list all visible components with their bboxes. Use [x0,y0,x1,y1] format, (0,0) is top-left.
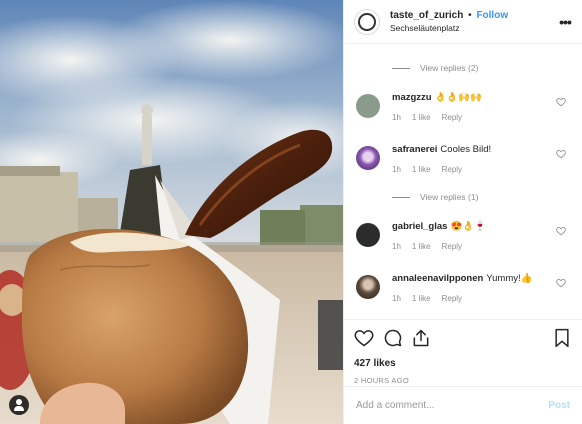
reply-button[interactable]: Reply [442,242,462,251]
comment-meta: 1h 1 like Reply [392,113,552,122]
avatar[interactable] [356,275,380,299]
comment-body: safranerei Cooles Bild! 1h 1 like Reply [392,143,552,174]
add-comment-bar: Post [344,386,582,424]
comment-time[interactable]: 1h [392,113,401,122]
comment-text-line: safranerei Cooles Bild! [392,143,552,156]
replies-divider-line [392,67,410,69]
bookmark-icon[interactable] [552,328,572,348]
reply-button[interactable]: Reply [442,294,462,303]
owner-username[interactable]: taste_of_zurich [390,10,463,21]
comment-item: annaleenavilpponen Yummy!👍 1h 1 like Reply [356,272,568,312]
comment-username[interactable]: safranerei [392,144,437,155]
comment-username[interactable]: mazgzzu [392,92,432,103]
comment-time[interactable]: 1h [392,242,401,251]
post-timestamp[interactable]: 2 HOURS AGO [354,376,572,385]
comment-text: 😍👌🍷 [450,221,486,232]
owner-meta: taste_of_zurich • Follow Sechseläutenpla… [390,10,558,34]
share-icon[interactable] [411,328,431,348]
comment-username[interactable]: gabriel_glas [392,221,447,232]
view-replies-button[interactable]: View replies (1) [392,192,478,202]
location-link[interactable]: Sechseläutenplatz [390,22,558,34]
view-replies-label: View replies (2) [420,63,479,73]
more-horizontal-icon[interactable]: ••• [558,15,572,29]
post-photo[interactable] [0,0,343,424]
view-replies-button[interactable]: View replies (2) [392,63,478,73]
heart-icon[interactable] [556,97,566,107]
heart-icon[interactable] [556,278,566,288]
comment-likes[interactable]: 1 like [412,113,431,122]
comment-item: gabriel_glas 😍👌🍷 1h 1 like Reply [356,220,568,260]
comment-icon[interactable] [383,328,403,348]
post-actions: 427 likes 2 HOURS AGO [344,319,582,385]
comment-text-line: annaleenavilpponen Yummy!👍 [392,272,552,285]
separator-dot: • [468,9,472,21]
comment-username[interactable]: annaleenavilpponen [392,273,483,284]
comments-list[interactable]: View replies (2) mazgzzu 👌👌🙌🙌 1h 1 like Rep… [344,44,582,319]
post-comment-button[interactable]: Post [548,400,570,411]
reply-button[interactable]: Reply [442,165,462,174]
post-header: taste_of_zurich • Follow Sechseläutenpla… [344,0,582,44]
reply-button[interactable]: Reply [442,113,462,122]
comment-time[interactable]: 1h [392,294,401,303]
comment-likes[interactable]: 1 like [412,242,431,251]
comment-time[interactable]: 1h [392,165,401,174]
replies-divider-line [392,196,410,198]
view-replies-label: View replies (1) [420,192,479,202]
heart-icon[interactable] [354,328,374,348]
action-row [354,328,572,352]
comment-text-line: mazgzzu 👌👌🙌🙌 [392,91,552,104]
comment-meta: 1h 1 like Reply [392,294,552,303]
comment-body: mazgzzu 👌👌🙌🙌 1h 1 like Reply [392,91,552,122]
user-tag-icon[interactable] [9,395,29,415]
owner-avatar[interactable] [354,8,380,35]
comment-item: safranerei Cooles Bild! 1h 1 like Reply [356,143,568,183]
comment-item: mazgzzu 👌👌🙌🙌 1h 1 like Reply [356,91,568,131]
comment-text: 👌👌🙌🙌 [434,92,482,103]
comment-meta: 1h 1 like Reply [392,165,552,174]
comment-likes[interactable]: 1 like [412,294,431,303]
photo-sausage-and-bread [0,0,343,424]
comment-text: Yummy!👍 [486,273,533,284]
likes-count[interactable]: 427 likes [354,358,572,369]
avatar[interactable] [356,223,380,247]
follow-button[interactable]: Follow [476,10,508,21]
comment-text-line: gabriel_glas 😍👌🍷 [392,220,552,233]
comment-body: annaleenavilpponen Yummy!👍 1h 1 like Reply [392,272,552,303]
avatar[interactable] [356,94,380,118]
comment-meta: 1h 1 like Reply [392,242,552,251]
comment-likes[interactable]: 1 like [412,165,431,174]
post-side-panel: taste_of_zurich • Follow Sechseläutenpla… [343,0,582,424]
avatar[interactable] [356,146,380,170]
add-comment-input[interactable] [356,400,549,411]
heart-icon[interactable] [556,226,566,236]
comment-text: Cooles Bild! [440,144,492,155]
owner-line: taste_of_zurich • Follow [390,10,558,22]
heart-icon[interactable] [556,149,566,159]
comment-body: gabriel_glas 😍👌🍷 1h 1 like Reply [392,220,552,251]
